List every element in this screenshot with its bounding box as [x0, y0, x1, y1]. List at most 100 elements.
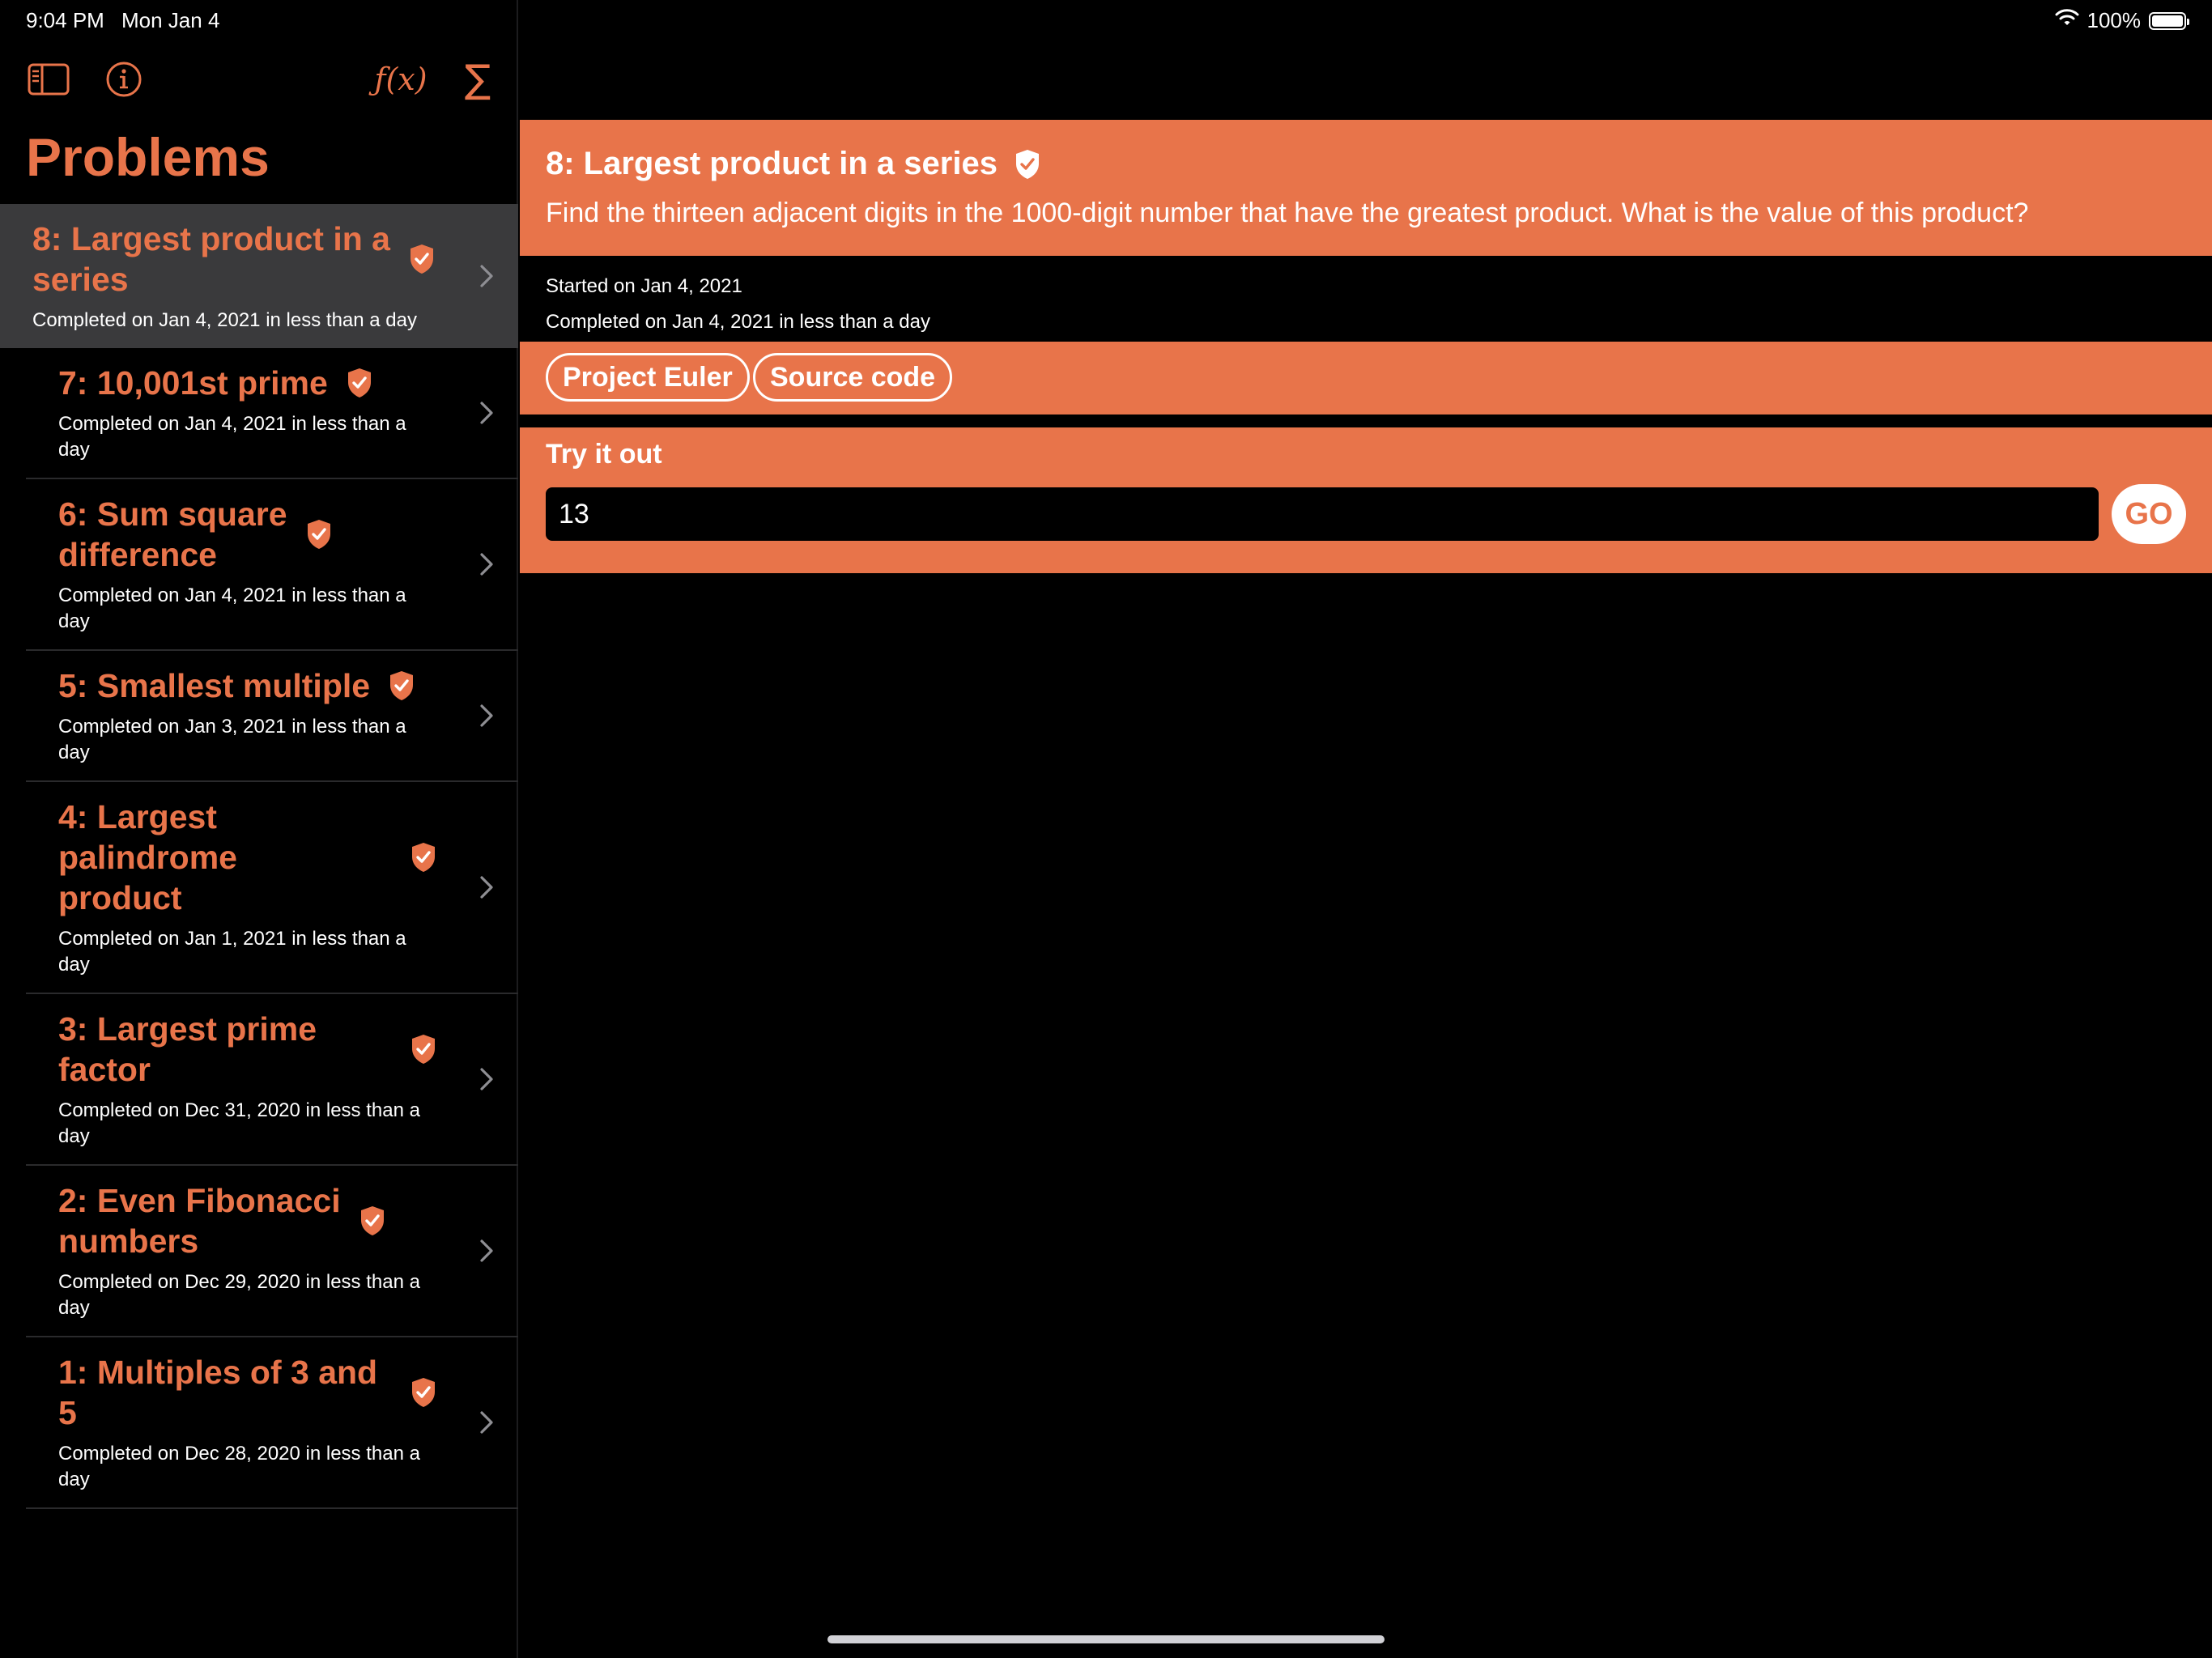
- info-icon[interactable]: [101, 57, 147, 102]
- chevron-right-icon: [479, 704, 494, 728]
- problem-title-line: series: [32, 261, 129, 298]
- wifi-icon: [2055, 8, 2079, 33]
- problem-title: 1: Multiples of 3 and 5: [58, 1352, 392, 1433]
- status-right: 100%: [2055, 8, 2189, 33]
- problem-title: 6: Sum square difference: [58, 494, 287, 575]
- problem-title: 5: Smallest multiple: [58, 665, 370, 706]
- go-button[interactable]: GO: [2112, 484, 2186, 544]
- battery-fill: [2152, 15, 2183, 27]
- detail-title: 8: Largest product in a series: [546, 146, 998, 181]
- sigma-button[interactable]: ∑: [455, 57, 500, 102]
- problem-title: 4: Largest palindrome product: [58, 797, 392, 918]
- completed-shield-icon: [346, 367, 373, 399]
- problem-title-line: 1: Multiples of 3 and 5: [58, 1354, 378, 1431]
- problem-row[interactable]: 3: Largest prime factor Completed on Dec …: [26, 994, 518, 1166]
- problem-subtitle-line: Completed on Dec 29, 2020 in less than a: [58, 1271, 420, 1293]
- try-it-out-label: Try it out: [546, 439, 662, 470]
- status-time: 9:04 PM: [26, 8, 104, 32]
- sidebar-toggle-icon[interactable]: [26, 57, 71, 102]
- problem-row[interactable]: 7: 10,001st prime Completed on Jan 4, 202…: [26, 348, 518, 479]
- try-it-out-section: Try it out GO: [520, 427, 2212, 573]
- problem-subtitle: Completed on Jan 4, 2021 in less than a …: [32, 309, 417, 331]
- problem-row[interactable]: 2: Even Fibonacci numbers Completed on Dec…: [26, 1166, 518, 1337]
- completed-shield-icon: [1014, 148, 1041, 181]
- function-label: ƒ(x): [374, 62, 428, 97]
- chevron-right-icon: [479, 1410, 494, 1435]
- problem-title: 8: Largest product in a series: [32, 219, 390, 300]
- problem-title-line: numbers: [58, 1222, 199, 1260]
- problem-title-line: 8: Largest product in a: [32, 220, 390, 257]
- try-it-out-input[interactable]: [546, 487, 2099, 541]
- chevron-right-icon: [479, 1239, 494, 1263]
- problem-subtitle: Completed on Dec 31, 2020 in less than a…: [58, 1098, 437, 1150]
- detail-description: Find the thirteen adjacent digits in the…: [546, 198, 2029, 228]
- project-euler-button[interactable]: Project Euler: [546, 353, 750, 402]
- completed-date: Completed on Jan 4, 2021 in less than a …: [546, 311, 930, 333]
- sidebar: ƒ(x) ∑ Problems 8: Largest product in a s…: [0, 0, 518, 1658]
- completed-shield-icon: [410, 1376, 437, 1409]
- completed-shield-icon: [359, 1205, 386, 1237]
- problem-subtitle-line: Completed on Dec 31, 2020 in less than a: [58, 1099, 420, 1121]
- detail-title-row: 8: Largest product in a series: [546, 146, 1041, 182]
- problem-title-line: 7: 10,001st prime: [58, 364, 328, 402]
- problem-title-line: 5: Smallest multiple: [58, 667, 371, 704]
- completed-shield-icon: [410, 841, 437, 874]
- problem-title-row: 4: Largest palindrome product: [58, 797, 437, 918]
- problem-title-line: 6: Sum square: [58, 495, 287, 533]
- problem-subtitle: Completed on Jan 4, 2021 in less than a …: [58, 585, 406, 632]
- problem-subtitle: Completed on Jan 3, 2021 in less than a …: [58, 716, 406, 763]
- problem-title-line: 2: Even Fibonacci: [58, 1182, 341, 1219]
- completed-shield-icon: [410, 1033, 437, 1065]
- problem-title-line: 4: Largest palindrome: [58, 798, 237, 876]
- problem-row[interactable]: 6: Sum square difference Completed on Jan …: [26, 479, 518, 651]
- problem-title: 3: Largest prime factor: [58, 1009, 392, 1090]
- status-date: Mon Jan 4: [121, 8, 220, 32]
- problem-row[interactable]: 8: Largest product in a series Completed o…: [0, 204, 518, 348]
- function-button[interactable]: ƒ(x): [364, 57, 437, 102]
- problem-title: 2: Even Fibonacci numbers: [58, 1180, 341, 1261]
- chevron-right-icon: [479, 1067, 494, 1091]
- completed-shield-icon: [305, 518, 333, 551]
- app-root: ƒ(x) ∑ Problems 8: Largest product in a s…: [0, 0, 2212, 1658]
- problem-title: 7: 10,001st prime: [58, 363, 328, 403]
- problem-title-row: 8: Largest product in a series: [32, 219, 437, 300]
- dates-section: Started on Jan 4, 2021 Completed on Jan …: [546, 269, 930, 340]
- problem-row[interactable]: 5: Smallest multiple Completed on Jan 3, …: [26, 651, 518, 782]
- chevron-right-icon: [479, 875, 494, 899]
- problem-title-row: 7: 10,001st prime: [58, 363, 437, 403]
- started-date: Started on Jan 4, 2021: [546, 275, 742, 297]
- problem-list: 8: Largest product in a series Completed o…: [0, 204, 518, 1509]
- links-bar: Project Euler Source code: [520, 342, 2212, 414]
- problem-title-row: 3: Largest prime factor: [58, 1009, 437, 1090]
- chevron-right-icon: [479, 264, 494, 288]
- chevron-right-icon: [479, 401, 494, 425]
- sigma-label: ∑: [464, 57, 491, 102]
- home-indicator[interactable]: [827, 1635, 1385, 1643]
- problem-title-line: 3: Largest prime factor: [58, 1010, 317, 1088]
- problem-subtitle-line: day: [58, 1297, 90, 1319]
- problem-subtitle-line: Completed on Dec 28, 2020 in less than a: [58, 1443, 420, 1465]
- battery-icon: [2149, 11, 2189, 30]
- problem-row[interactable]: 1: Multiples of 3 and 5 Completed on Dec …: [26, 1337, 518, 1509]
- problem-title-row: 5: Smallest multiple: [58, 665, 437, 706]
- problem-subtitle: Completed on Dec 28, 2020 in less than a…: [58, 1441, 437, 1493]
- problem-subtitle: Completed on Dec 29, 2020 in less than a…: [58, 1269, 437, 1321]
- completed-shield-icon: [408, 243, 436, 275]
- source-code-button[interactable]: Source code: [753, 353, 953, 402]
- problem-header: 8: Largest product in a series Find the …: [520, 120, 2212, 256]
- problem-title-row: 2: Even Fibonacci numbers: [58, 1180, 437, 1261]
- sidebar-title: Problems: [26, 127, 270, 187]
- problem-row[interactable]: 4: Largest palindrome product Completed on…: [26, 782, 518, 994]
- problem-subtitle-line: day: [58, 1469, 90, 1490]
- battery-percent: 100%: [2087, 8, 2142, 32]
- detail-pane: 8: Largest product in a series Find the …: [520, 0, 2212, 1658]
- problem-title-line: difference: [58, 536, 217, 573]
- problem-subtitle: Completed on Jan 1, 2021 in less than a …: [58, 928, 406, 976]
- problem-subtitle-line: day: [58, 1125, 90, 1147]
- problem-title-line: product: [58, 879, 182, 916]
- problem-title-row: 6: Sum square difference: [58, 494, 437, 575]
- problem-title-row: 1: Multiples of 3 and 5: [58, 1352, 437, 1433]
- completed-shield-icon: [388, 670, 415, 702]
- problem-subtitle: Completed on Jan 4, 2021 in less than a …: [58, 413, 406, 461]
- chevron-right-icon: [479, 552, 494, 576]
